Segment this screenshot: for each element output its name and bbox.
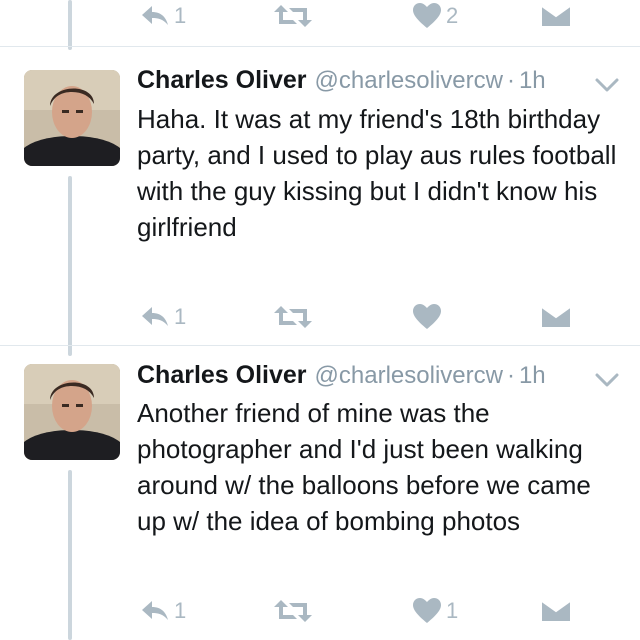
avatar-image xyxy=(24,364,120,460)
chevron-down-icon xyxy=(595,373,619,387)
reply-icon xyxy=(142,601,168,620)
timestamp[interactable]: 1h xyxy=(519,362,546,390)
separator-dot: · xyxy=(506,67,515,94)
reply-button[interactable]: 1 xyxy=(140,0,186,34)
message-button[interactable] xyxy=(541,593,571,629)
chevron-down-icon xyxy=(595,78,619,92)
heart-icon xyxy=(413,3,441,28)
reply-icon xyxy=(142,307,168,326)
like-button[interactable]: 2 xyxy=(412,0,458,34)
reply-button[interactable]: 1 xyxy=(140,593,186,629)
reply-icon xyxy=(142,6,168,25)
like-button[interactable] xyxy=(412,299,446,335)
heart-icon xyxy=(413,598,441,623)
like-button[interactable]: 1 xyxy=(412,593,458,629)
reply-button[interactable]: 1 xyxy=(140,299,186,335)
envelope-icon xyxy=(541,600,571,621)
like-count: 1 xyxy=(446,598,459,623)
tweet-menu-button[interactable] xyxy=(592,74,622,96)
reply-count: 1 xyxy=(174,3,187,28)
avatar[interactable] xyxy=(24,70,120,166)
tweet-divider xyxy=(0,345,640,346)
reply-count: 1 xyxy=(174,598,187,623)
separator-dot: · xyxy=(506,362,515,389)
retweet-icon xyxy=(274,5,312,27)
message-button[interactable] xyxy=(541,299,571,335)
retweet-icon xyxy=(274,600,312,622)
tweet-header: Charles Oliver @charlesolivercw · 1h xyxy=(137,66,546,96)
timestamp[interactable]: 1h xyxy=(519,67,546,95)
message-button[interactable] xyxy=(541,0,571,34)
heart-icon xyxy=(413,304,441,329)
retweet-button[interactable] xyxy=(273,0,313,34)
retweet-icon xyxy=(274,306,312,328)
retweet-button[interactable] xyxy=(273,593,313,629)
tweet-actions: 1 xyxy=(0,299,640,335)
envelope-icon xyxy=(541,306,571,327)
envelope-icon xyxy=(541,5,571,26)
author-handle[interactable]: @charlesolivercw xyxy=(315,362,503,390)
reply-count: 1 xyxy=(174,304,187,329)
tweet-text: Another friend of mine was the photograp… xyxy=(137,398,591,536)
avatar[interactable] xyxy=(24,364,120,460)
like-count: 2 xyxy=(446,3,459,28)
author-name[interactable]: Charles Oliver xyxy=(137,361,307,390)
avatar-image xyxy=(24,70,120,166)
tweet-actions: 1 1 xyxy=(0,593,640,629)
tweet-text: Haha. It was at my friend's 18th birthda… xyxy=(137,104,617,242)
tweet-header: Charles Oliver @charlesolivercw · 1h xyxy=(137,361,546,391)
tweet-menu-button[interactable] xyxy=(592,369,622,391)
author-handle[interactable]: @charlesolivercw xyxy=(315,67,503,95)
retweet-button[interactable] xyxy=(273,299,313,335)
previous-tweet-actions: 1 2 xyxy=(0,0,640,34)
author-name[interactable]: Charles Oliver xyxy=(137,66,307,95)
tweet-divider xyxy=(0,46,640,47)
